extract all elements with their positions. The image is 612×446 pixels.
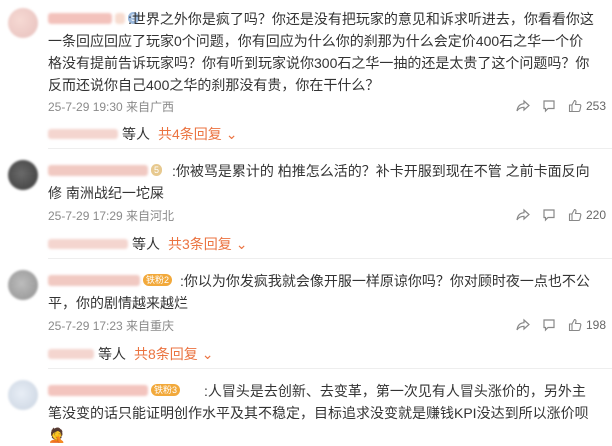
like-button[interactable]: 198 [568,318,606,332]
reply-usernames-blurred [48,239,128,249]
like-icon [568,208,582,222]
facepalm-emoji: 🤦 [48,427,66,443]
replies-summary[interactable]: 等人 共3条回复 ⌄ [48,235,247,253]
avatar[interactable] [8,270,38,300]
avatar[interactable] [8,160,38,190]
chevron-down-icon: ⌄ [225,126,238,142]
like-icon [568,99,582,113]
replies-suffix: 等人 [122,126,150,142]
comment-text: :世界之外你是疯了吗？你还是没有把玩家的意见和诉求听进去，你看看你这一条回应回应… [48,11,594,93]
divider [48,148,612,149]
comment-actions: 253 [516,99,606,113]
comment-icon[interactable] [542,99,556,113]
reply-usernames-blurred [48,129,118,139]
share-icon[interactable] [516,208,530,222]
divider [48,258,612,259]
comment-meta: 25-7-29 17:23 来自重庆 [48,319,175,333]
comment-item: 5 :世界之外你是疯了吗？你还是没有把玩家的意见和诉求听进去，你看看你这一条回应… [0,0,612,142]
comment-text: :你以为你发疯我就会像开服一样原谅你吗？你对顾时夜一点也不公平，你的剧情越来越烂 [48,273,590,311]
comment-text: :人冒头是去创新、去变革，第一次见有人冒头涨价的，另外主笔没变的话只能证明创作水… [48,383,589,443]
replies-summary[interactable]: 等人 共8条回复 ⌄ [48,345,213,363]
view-replies-link[interactable]: 共4条回复 ⌄ [158,125,237,143]
divider [48,368,612,369]
replies-suffix: 等人 [132,236,160,252]
like-count: 220 [585,208,606,222]
comment-icon[interactable] [542,208,556,222]
share-icon[interactable] [516,99,530,113]
comment-item: 铁粉3 :人冒头是去创新、去变革，第一次见有人冒头涨价的，另外主笔没变的话只能证… [0,372,612,443]
reply-usernames-blurred [48,349,94,359]
like-button[interactable]: 253 [568,99,606,113]
comment-icon[interactable] [542,318,556,332]
like-count: 198 [585,318,606,332]
replies-suffix: 等人 [98,346,126,362]
avatar[interactable] [8,380,38,410]
like-icon [568,318,582,332]
chevron-down-icon: ⌄ [201,346,214,362]
comment-meta: 25-7-29 19:30 来自广西 [48,100,175,114]
comment-actions: 220 [516,208,606,222]
comment-actions: 198 [516,318,606,332]
like-button[interactable]: 220 [568,208,606,222]
view-replies-link[interactable]: 共8条回复 ⌄ [134,345,213,363]
chevron-down-icon: ⌄ [235,236,248,252]
avatar[interactable] [8,8,38,38]
like-count: 253 [585,99,606,113]
share-icon[interactable] [516,318,530,332]
comment-item: 5 :你被骂是累计的 柏推怎么活的？补卡开服到现在不管 之前卡面反向修 南洲战纪… [0,152,612,256]
replies-summary[interactable]: 等人 共4条回复 ⌄ [48,125,237,143]
comment-item: 铁粉2 :你以为你发疯我就会像开服一样原谅你吗？你对顾时夜一点也不公平，你的剧情… [0,262,612,366]
view-replies-link[interactable]: 共3条回复 ⌄ [168,235,247,253]
comment-text: :你被骂是累计的 柏推怎么活的？补卡开服到现在不管 之前卡面反向修 南洲战纪一坨… [48,163,590,201]
comment-meta: 25-7-29 17:29 来自河北 [48,209,175,223]
